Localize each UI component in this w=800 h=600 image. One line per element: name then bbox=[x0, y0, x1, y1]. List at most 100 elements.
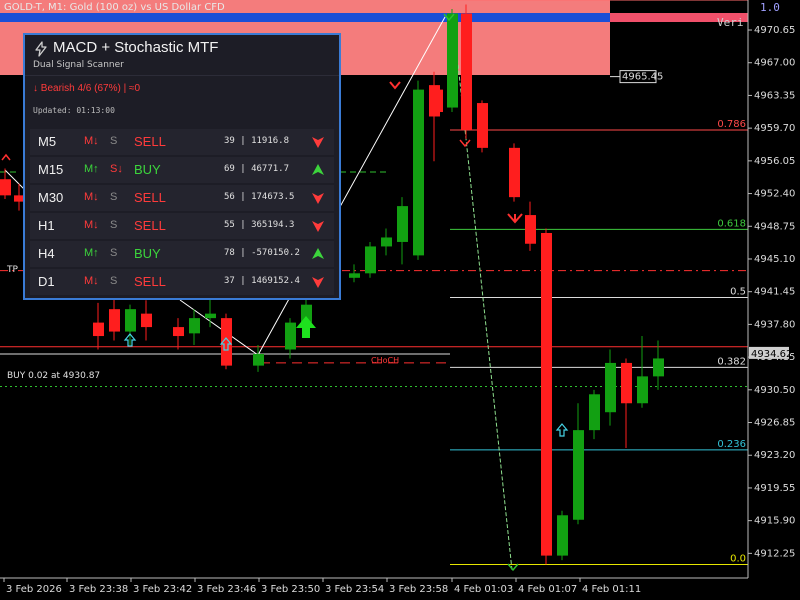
signal-stats: 78 | -570150.2 bbox=[224, 248, 300, 258]
price-tag-text: 4965.45 bbox=[622, 72, 663, 83]
signal-stats: 56 | 174673.5 bbox=[224, 192, 295, 202]
x-tick-label: 3 Feb 23:46 bbox=[197, 584, 256, 595]
stoch-state: S bbox=[110, 275, 118, 287]
bid-tag-text: 4934.62 bbox=[751, 349, 792, 360]
signal-label: SELL bbox=[134, 274, 166, 289]
signal-stats: 37 | 1469152.4 bbox=[224, 276, 300, 286]
x-tick-label: 3 Feb 23:38 bbox=[69, 584, 128, 595]
y-tick-label: 4912.25 bbox=[754, 548, 795, 559]
timeframe-label: H1 bbox=[38, 218, 55, 233]
down-arrow-icon bbox=[312, 193, 324, 204]
x-tick-label: 3 Feb 23:50 bbox=[261, 584, 320, 595]
stoch-state: S bbox=[110, 191, 118, 203]
macd-state: M↓ bbox=[84, 219, 99, 231]
y-tick-label: 4948.75 bbox=[754, 221, 795, 232]
signal-label: BUY bbox=[134, 162, 161, 177]
scanner-row-h1[interactable]: H1 M↓ S SELL 55 | 365194.3 bbox=[30, 213, 334, 239]
scanner-row-h4[interactable]: H4 M↑ S BUY 78 | -570150.2 bbox=[30, 241, 334, 267]
x-tick-label: 4 Feb 01:07 bbox=[518, 584, 577, 595]
panel-subtitle: Dual Signal Scanner bbox=[33, 60, 124, 70]
candle-body bbox=[397, 206, 408, 242]
scanner-row-m15[interactable]: M15 M↑ S↓ BUY 69 | 46771.7 bbox=[30, 157, 334, 183]
signal-label: BUY bbox=[134, 246, 161, 261]
stoch-state: S bbox=[110, 135, 118, 147]
blue-band bbox=[0, 13, 610, 22]
chart-title: GOLD-T, M1: Gold (100 oz) vs US Dollar C… bbox=[4, 2, 225, 13]
strong-buy-arrow-icon bbox=[296, 316, 316, 338]
x-tick-label: 3 Feb 23:58 bbox=[389, 584, 448, 595]
candle-body bbox=[621, 362, 632, 404]
y-tick-label: 4930.50 bbox=[754, 385, 795, 396]
candle-body bbox=[605, 362, 616, 413]
fib-label: 0.5 bbox=[730, 287, 746, 298]
stoch-state: S bbox=[110, 219, 118, 231]
scanner-row-m30[interactable]: M30 M↓ S SELL 56 | 174673.5 bbox=[30, 185, 334, 211]
signal-label: SELL bbox=[134, 190, 166, 205]
buy-arrow-icon bbox=[555, 423, 569, 437]
x-tick-label: 3 Feb 23:42 bbox=[133, 584, 192, 595]
indicator-value: 1.0 bbox=[760, 1, 780, 14]
updated-time: Updated: 01:13:00 bbox=[33, 106, 115, 115]
sell-arrow-icon bbox=[1, 153, 11, 161]
stoch-state: S bbox=[110, 247, 118, 259]
signal-label: SELL bbox=[134, 218, 166, 233]
candle-body bbox=[525, 215, 536, 244]
candle-body bbox=[125, 309, 136, 332]
choch-label: CHoCH bbox=[371, 356, 400, 365]
scanner-row-m5[interactable]: M5 M↓ S SELL 39 | 11916.8 bbox=[30, 129, 334, 155]
sell-arrow-icon bbox=[459, 139, 471, 148]
candle-body bbox=[653, 358, 664, 377]
candle-body bbox=[589, 394, 600, 431]
candle-body bbox=[109, 309, 120, 332]
candle-body bbox=[365, 246, 376, 274]
y-tick-label: 4941.45 bbox=[754, 287, 795, 298]
y-tick-label: 4915.90 bbox=[754, 516, 795, 527]
fib-label: 0.236 bbox=[717, 439, 746, 450]
signal-stats: 69 | 46771.7 bbox=[224, 164, 290, 174]
y-tick-label: 4919.55 bbox=[754, 483, 795, 494]
macd-state: M↓ bbox=[84, 191, 99, 203]
fib-label: 0.786 bbox=[717, 119, 746, 130]
candle-body bbox=[637, 376, 648, 404]
y-tick-label: 4926.85 bbox=[754, 418, 795, 429]
down-arrow-icon bbox=[312, 277, 324, 288]
scanner-row-d1[interactable]: D1 M↓ S SELL 37 | 1469152.4 bbox=[30, 269, 334, 295]
candle-body bbox=[477, 103, 488, 148]
signal-stats: 55 | 365194.3 bbox=[224, 220, 295, 230]
signal-label: SELL bbox=[134, 134, 166, 149]
candle-body bbox=[432, 89, 443, 113]
macd-state: M↓ bbox=[84, 275, 99, 287]
candle-body bbox=[541, 232, 552, 556]
timeframe-label: D1 bbox=[38, 274, 55, 289]
buy-order-label: BUY 0.02 at 4930.87 bbox=[7, 371, 101, 381]
fib-label: 0.382 bbox=[717, 356, 746, 367]
timeframe-label: M15 bbox=[38, 162, 64, 177]
down-arrow-icon bbox=[312, 221, 324, 232]
sell-arrow-icon bbox=[389, 81, 401, 90]
y-tick-label: 4967.00 bbox=[754, 58, 795, 69]
y-tick-label: 4963.35 bbox=[754, 90, 795, 101]
macd-state: M↑ bbox=[84, 247, 99, 259]
candle-body bbox=[0, 179, 11, 196]
y-tick-label: 4937.80 bbox=[754, 319, 795, 330]
timeframe-label: H4 bbox=[38, 246, 55, 261]
x-tick-label: 3 Feb 23:54 bbox=[325, 584, 384, 595]
candle-body bbox=[349, 273, 360, 278]
y-tick-label: 4956.05 bbox=[754, 156, 795, 167]
macd-state: M↓ bbox=[84, 135, 99, 147]
candle-body bbox=[381, 237, 392, 247]
y-tick-label: 4945.10 bbox=[754, 254, 795, 265]
indicator-label: Veri bbox=[717, 16, 744, 29]
up-arrow-icon bbox=[312, 164, 324, 175]
candle-body bbox=[253, 353, 264, 366]
fib-label: 0.0 bbox=[730, 554, 746, 565]
down-arrow-icon bbox=[312, 137, 324, 148]
y-tick-label: 4970.65 bbox=[754, 25, 795, 36]
candle-body bbox=[93, 322, 104, 337]
bolt-icon bbox=[35, 41, 47, 57]
candle-body bbox=[205, 313, 216, 319]
timeframe-list: M5 M↓ S SELL 39 | 11916.8 M15 M↑ S↓ BUY 69 | 4677… bbox=[30, 129, 334, 297]
scanner-panel[interactable]: MACD + Stochastic MTF Dual Signal Scanne… bbox=[23, 33, 341, 300]
timeframe-label: M30 bbox=[38, 190, 64, 205]
candle-body bbox=[285, 322, 296, 350]
